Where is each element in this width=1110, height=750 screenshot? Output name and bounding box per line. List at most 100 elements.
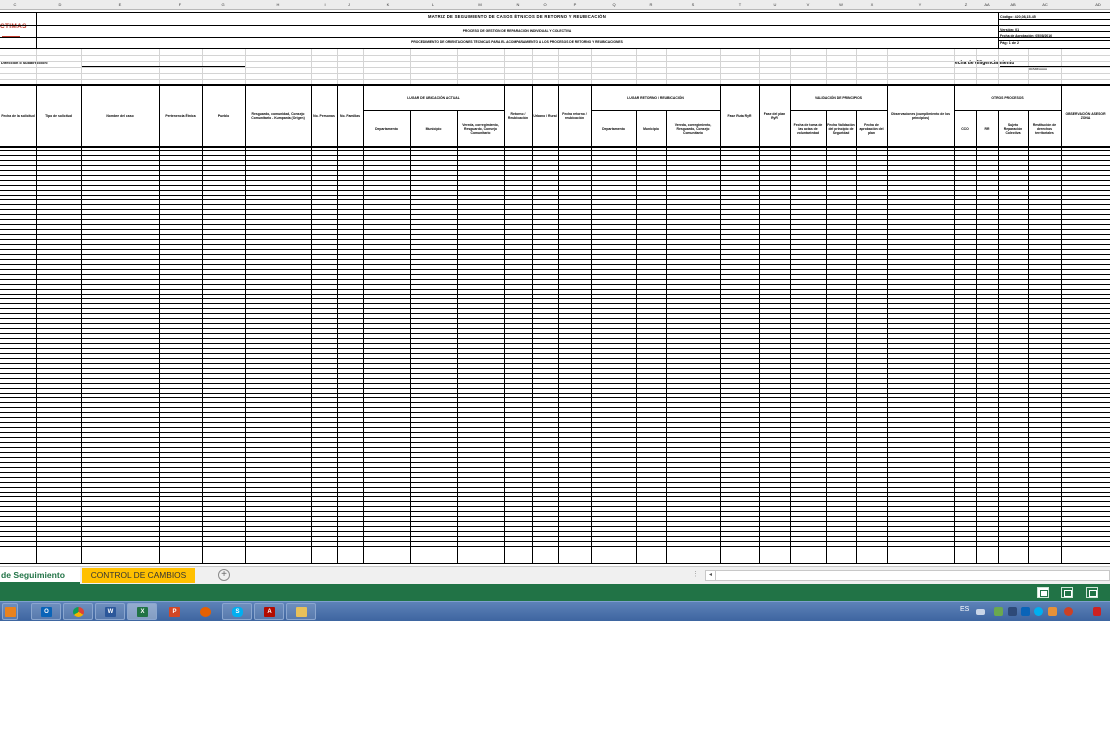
normal-view-icon[interactable] xyxy=(1037,587,1049,598)
column-letter-g[interactable]: G xyxy=(213,0,233,10)
add-sheet-button[interactable]: + xyxy=(218,569,230,581)
column-letter-v[interactable]: V xyxy=(798,0,818,10)
header-pueblo: Pueblo xyxy=(217,114,230,118)
header-retorno-reubicacion: Retorno / Reubicación xyxy=(507,112,529,120)
taskbar-firefox[interactable] xyxy=(190,603,220,620)
taskbar-acrobat[interactable]: A xyxy=(254,603,284,620)
row-border xyxy=(0,467,1110,468)
row-border xyxy=(0,412,1110,413)
table-border xyxy=(591,110,720,111)
acrobat-icon: A xyxy=(264,607,275,617)
taskbar-word[interactable]: W xyxy=(95,603,125,620)
row-border xyxy=(0,204,1110,205)
row-border xyxy=(0,264,1110,265)
firefox-icon xyxy=(200,607,211,617)
header-sujeto: Sujeto Reparación Colectiva xyxy=(1003,122,1023,135)
volume-icon[interactable] xyxy=(1093,607,1101,616)
sheet-tab-control-cambios[interactable]: CONTROL DE CAMBIOS xyxy=(82,568,195,583)
column-letter-ad[interactable]: AD xyxy=(1088,0,1108,10)
column-letter-q[interactable]: Q xyxy=(604,0,624,10)
tray-skype-icon[interactable] xyxy=(1034,607,1043,616)
header-otros-procesos: OTROS PROCESOS xyxy=(991,95,1024,100)
column-letter-u[interactable]: U xyxy=(765,0,785,10)
row-border xyxy=(0,294,1110,295)
column-letter-p[interactable]: P xyxy=(565,0,585,10)
column-letter-e[interactable]: E xyxy=(110,0,130,10)
tray-shield-icon[interactable] xyxy=(1064,607,1073,616)
column-letter-n[interactable]: N xyxy=(508,0,528,10)
taskbar-outlook[interactable]: O xyxy=(31,603,61,620)
row-border xyxy=(0,447,1110,448)
title-border xyxy=(998,19,1110,20)
table-border xyxy=(954,110,1061,111)
taskbar-powerpoint[interactable]: P xyxy=(159,603,189,620)
row-border xyxy=(0,195,1110,196)
column-letter-w[interactable]: W xyxy=(831,0,851,10)
column-letter-o[interactable]: O xyxy=(535,0,555,10)
page-number: Pág: 1 de 2 xyxy=(1000,41,1019,45)
row-border xyxy=(0,496,1110,497)
page-break-view-icon[interactable] xyxy=(1086,587,1098,598)
column-letter-c[interactable]: C xyxy=(5,0,25,10)
row-border xyxy=(0,224,1110,225)
header-municipio: Municipio xyxy=(425,126,442,131)
header-resguardo: Resguardo, comunidad, Consejo Comunitari… xyxy=(251,112,305,120)
column-letter-t[interactable]: T xyxy=(730,0,750,10)
column-letter-z[interactable]: Z xyxy=(956,0,976,10)
column-letter-aa[interactable]: AA xyxy=(977,0,997,10)
gridline-h xyxy=(0,79,1110,80)
header-observacion-asesor: OBSERVACIÓN ASESOR ZONA xyxy=(1065,112,1106,120)
column-letter-x[interactable]: X xyxy=(862,0,882,10)
column-letter-ac[interactable]: AC xyxy=(1035,0,1055,10)
row-border xyxy=(0,536,1110,537)
language-indicator[interactable]: ES xyxy=(960,606,969,613)
status-bar xyxy=(0,584,1110,601)
header-cco: CCO xyxy=(961,126,969,131)
keyboard-icon[interactable] xyxy=(976,609,985,615)
network-icon[interactable] xyxy=(994,607,1003,616)
row-border xyxy=(0,244,1110,245)
row-border xyxy=(0,516,1110,517)
header-fecha-actas: Fecha de toma de las actas de voluntarie… xyxy=(793,122,823,135)
taskbar-skype[interactable]: S xyxy=(222,603,252,620)
tray-security-icon[interactable] xyxy=(1048,607,1057,616)
title-border xyxy=(0,37,1110,38)
column-letter-l[interactable]: L xyxy=(423,0,443,10)
scroll-left-arrow-icon[interactable]: ◂ xyxy=(706,571,716,580)
table-border xyxy=(790,110,887,111)
monitor-icon[interactable] xyxy=(1008,607,1017,616)
header-fase-ruta: Fase Ruta RyR xyxy=(727,114,752,118)
powerpoint-icon: P xyxy=(169,607,180,617)
title-border xyxy=(0,48,1110,49)
page-layout-view-icon[interactable] xyxy=(1061,587,1073,598)
column-letter-r[interactable]: R xyxy=(641,0,661,10)
header-departamento: Departamento xyxy=(375,126,398,131)
horizontal-scrollbar[interactable]: ◂ xyxy=(705,570,1110,581)
sheet-tab-seguimiento[interactable]: de Seguimiento xyxy=(0,567,80,584)
column-letter-ab[interactable]: AB xyxy=(1003,0,1023,10)
header-fecha-validacion: Fecha Validación del principio de Seguri… xyxy=(827,122,855,135)
taskbar-chrome[interactable] xyxy=(63,603,93,620)
matrix-title: MATRIZ DE SEGUIMIENTO DE CASOS ÉTNICOS D… xyxy=(427,14,607,19)
table-border xyxy=(0,84,1110,86)
column-letter-j[interactable]: J xyxy=(339,0,359,10)
column-letter-d[interactable]: D xyxy=(50,0,70,10)
gridline-h xyxy=(0,73,1110,74)
sheet-tab-bar: de Seguimiento CONTROL DE CAMBIOS + ⋮ ◂ xyxy=(0,566,1110,584)
column-letter-s[interactable]: S xyxy=(683,0,703,10)
row-border xyxy=(0,402,1110,403)
column-letter-f[interactable]: F xyxy=(170,0,190,10)
row-border xyxy=(0,318,1110,319)
tray-outlook-icon[interactable] xyxy=(1021,607,1030,616)
column-letter-m[interactable]: M xyxy=(470,0,490,10)
row-border xyxy=(0,338,1110,339)
tab-split-handle[interactable]: ⋮ xyxy=(692,570,699,578)
taskbar-media-player[interactable] xyxy=(2,603,18,620)
column-letter-k[interactable]: K xyxy=(378,0,398,10)
taskbar-excel[interactable]: X xyxy=(127,603,157,620)
column-letter-y[interactable]: Y xyxy=(910,0,930,10)
column-letter-h[interactable]: H xyxy=(268,0,288,10)
taskbar-explorer[interactable] xyxy=(286,603,316,620)
row-border xyxy=(0,457,1110,458)
column-letter-i[interactable]: I xyxy=(315,0,335,10)
